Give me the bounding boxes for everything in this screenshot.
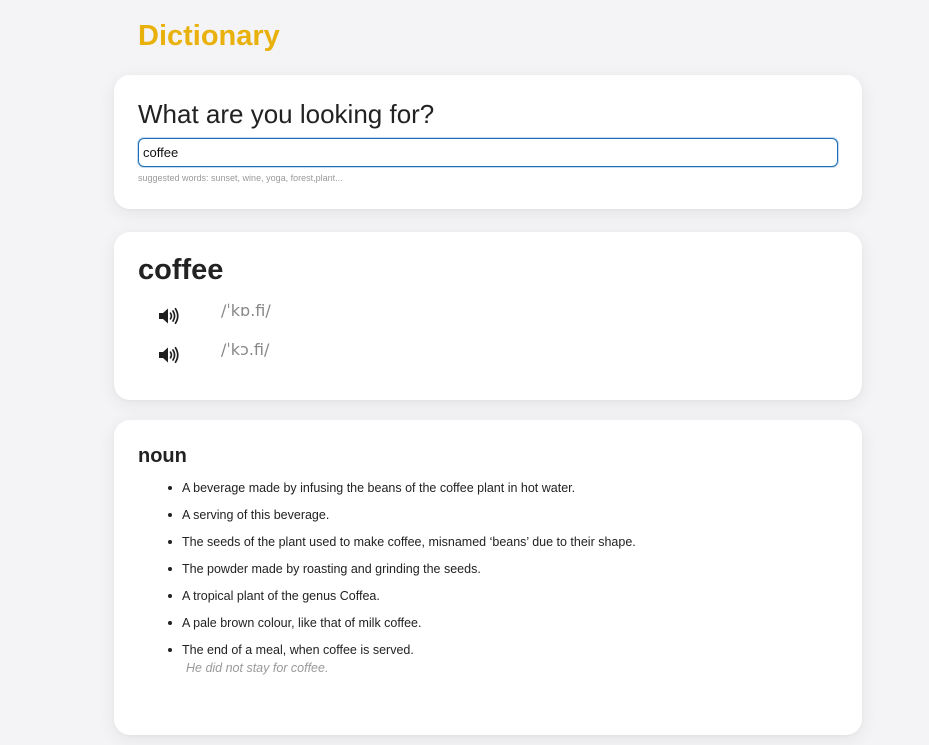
meaning-card: noun A beverage made by infusing the bea… [114,420,862,735]
definition-text: A beverage made by infusing the beans of… [182,481,576,495]
search-input[interactable] [138,138,838,167]
definition-item: A beverage made by infusing the beans of… [168,479,822,497]
phonetic-row: /ˈkɒ.fi/ [158,301,358,328]
speaker-icon[interactable] [158,346,180,364]
word-card: coffee /ˈkɒ.fi/ /ˈkɔ.fi/ [114,232,862,400]
phonetic-text: /ˈkɒ.fi/ [221,301,271,320]
definition-item: A pale brown colour, like that of milk c… [168,614,822,632]
word-heading: coffee [138,254,224,286]
suggested-words: suggested words: sunset, wine, yoga, for… [138,173,343,183]
definition-item: The seeds of the plant used to make coff… [168,533,822,551]
definition-text: A tropical plant of the genus Coffea. [182,589,380,603]
definition-text: The seeds of the plant used to make coff… [182,535,636,549]
definition-text: The powder made by roasting and grinding… [182,562,481,576]
search-card: What are you looking for? suggested word… [114,75,862,209]
speaker-icon[interactable] [158,307,180,325]
page: Dictionary What are you looking for? sug… [0,0,929,745]
example-sentence: He did not stay for coffee. [186,661,329,675]
definition-item: The end of a meal, when coffee is served… [168,641,822,678]
phonetic-text: /ˈkɔ.fi/ [221,340,270,359]
search-heading: What are you looking for? [138,99,435,129]
definition-item: The powder made by roasting and grinding… [168,560,822,578]
definition-list: A beverage made by infusing the beans of… [168,479,822,687]
definition-item: A tropical plant of the genus Coffea. [168,587,822,605]
definition-item: A serving of this beverage. [168,506,822,524]
definition-text: A pale brown colour, like that of milk c… [182,616,422,630]
definition-text: The end of a meal, when coffee is served… [182,643,414,657]
part-of-speech: noun [138,445,187,467]
app-title: Dictionary [138,20,280,52]
definition-text: A serving of this beverage. [182,508,330,522]
phonetic-row: /ˈkɔ.fi/ [158,340,358,367]
